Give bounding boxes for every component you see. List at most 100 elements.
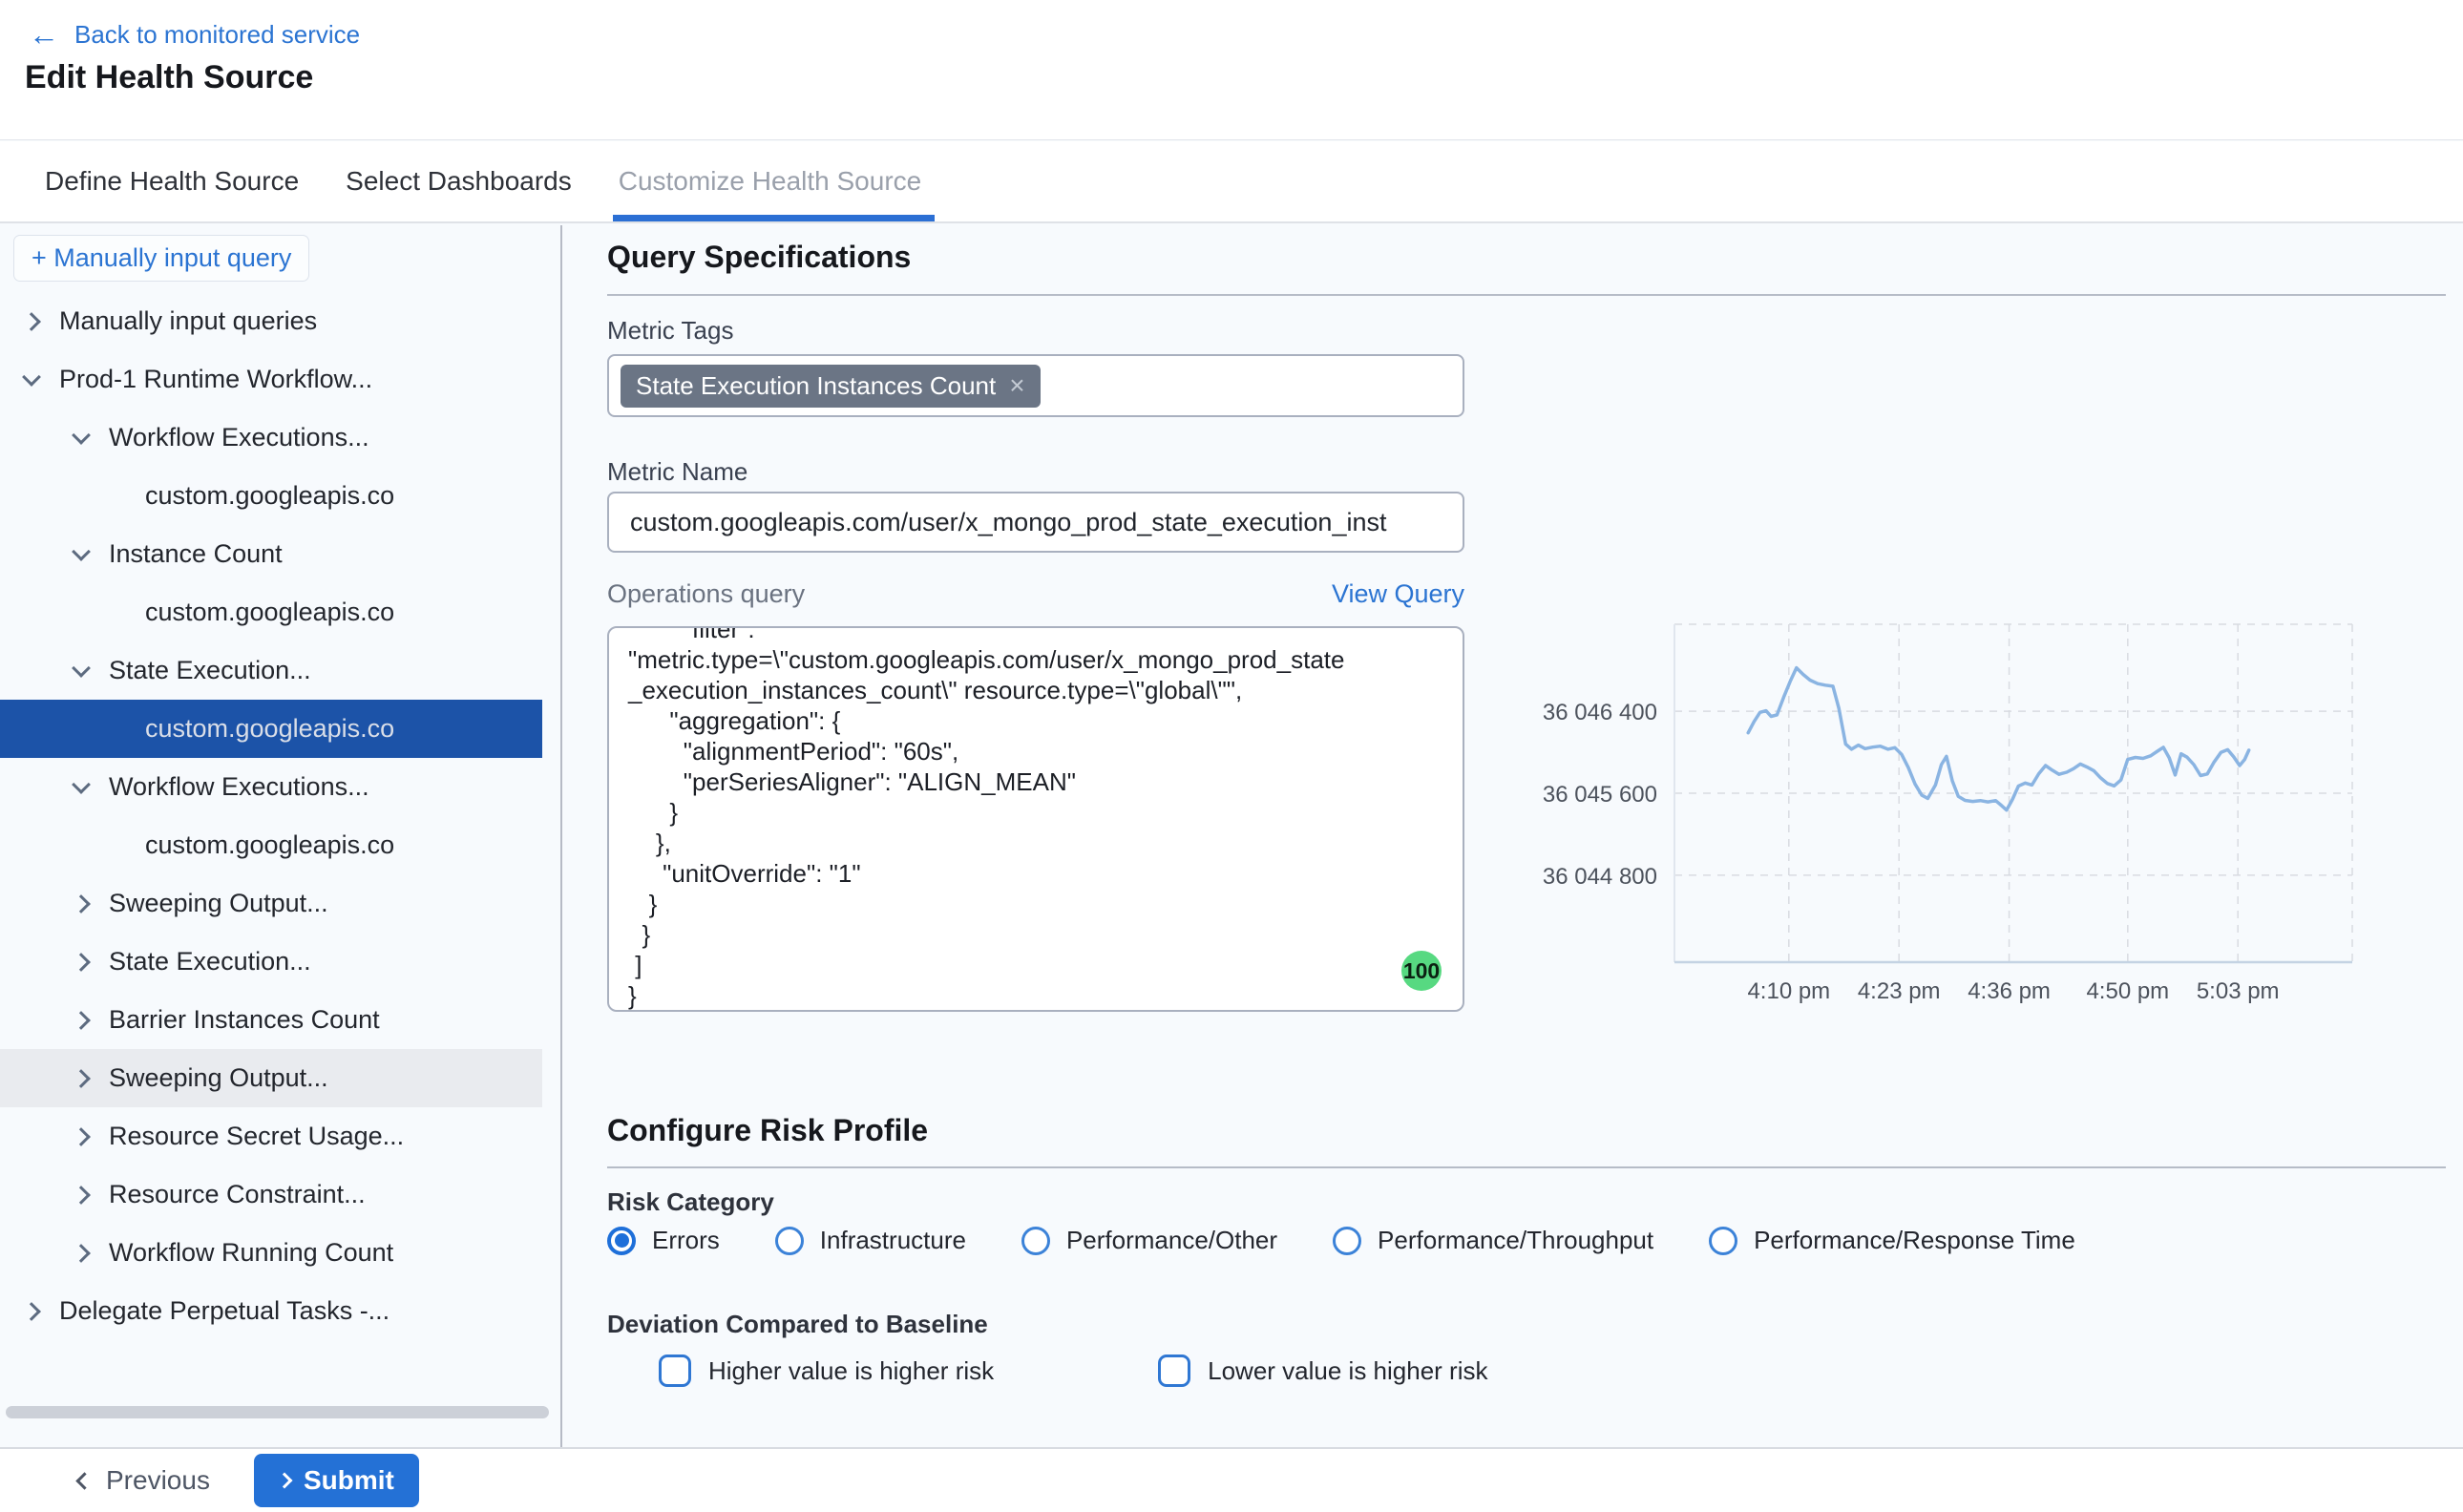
tree-item-prod-1-runtime-workflow[interactable]: Prod-1 Runtime Workflow... [0,350,542,409]
operations-query-label: Operations query [607,579,805,609]
risk-radio-performance-response-time[interactable]: Performance/Response Time [1709,1226,2075,1255]
tree-item-label: Resource Constraint... [109,1180,366,1209]
risk-radio-infrastructure[interactable]: Infrastructure [775,1226,966,1255]
back-arrow-icon: ← [29,19,59,50]
deviation-checkbox-higher-value-is-higher-risk[interactable]: Higher value is higher risk [659,1354,994,1387]
deviation-label: Deviation Compared to Baseline [607,1310,988,1339]
radio-icon[interactable] [1021,1227,1050,1255]
chevron-right-icon[interactable] [72,1011,91,1030]
tree-item-barrier-instances-count[interactable]: Barrier Instances Count [0,991,542,1049]
chevron-right-icon[interactable] [72,953,91,972]
chevron-right-icon[interactable] [72,1069,91,1088]
tree-item-state-execution[interactable]: State Execution... [0,641,542,700]
tree-item-instance-count[interactable]: Instance Count [0,525,542,583]
back-link[interactable]: ← Back to monitored service [29,19,360,50]
chevron-right-icon[interactable] [22,312,41,331]
chevron-down-icon[interactable] [22,368,41,387]
radio-label: Performance/Throughput [1378,1226,1653,1255]
tree-item-sweeping-output[interactable]: Sweeping Output... [0,874,542,933]
checkbox-icon[interactable] [659,1354,691,1387]
section-divider [607,1166,2446,1168]
sidebar-horizontal-scrollbar[interactable] [6,1406,549,1418]
tree-item-custom-googleapis-co[interactable]: custom.googleapis.co [0,700,542,758]
chart-x-tick-label: 5:03 pm [2197,978,2280,1004]
risk-category-label: Risk Category [607,1187,774,1217]
tree-item-manually-input-queries[interactable]: Manually input queries [0,292,542,350]
chart-x-tick-label: 4:36 pm [1968,978,2051,1004]
sidebar: + Manually input query Manually input qu… [0,225,562,1447]
tree-item-label: custom.googleapis.co [145,481,394,511]
radio-selected-icon[interactable] [607,1227,636,1255]
tree-item-resource-constraint[interactable]: Resource Constraint... [0,1166,542,1224]
configure-risk-profile-heading: Configure Risk Profile [607,1113,928,1148]
tree-item-resource-secret-usage[interactable]: Resource Secret Usage... [0,1107,542,1166]
radio-label: Performance/Response Time [1754,1226,2075,1255]
chevron-down-icon[interactable] [72,775,91,794]
metric-tags-label: Metric Tags [607,316,733,346]
section-divider [607,294,2446,296]
chevron-right-icon [276,1473,292,1489]
risk-radio-errors[interactable]: Errors [607,1226,720,1255]
chevron-down-icon[interactable] [72,542,91,561]
tree-item-label: custom.googleapis.co [145,598,394,627]
tree-item-custom-googleapis-co[interactable]: custom.googleapis.co [0,467,542,525]
chart-x-tick-label: 4:50 pm [2086,978,2169,1004]
radio-label: Infrastructure [820,1226,966,1255]
risk-radio-performance-other[interactable]: Performance/Other [1021,1226,1277,1255]
tree-item-label: State Execution... [109,656,311,685]
chevron-right-icon[interactable] [72,1186,91,1205]
metric-tags-input[interactable]: State Execution Instances Count × [607,354,1464,417]
view-query-link[interactable]: View Query [1332,579,1464,609]
tree-item-label: State Execution... [109,947,311,976]
checkbox-icon[interactable] [1158,1354,1190,1387]
tree-item-state-execution[interactable]: State Execution... [0,933,542,991]
tree-item-custom-googleapis-co[interactable]: custom.googleapis.co [0,583,542,641]
metric-tag-chip: State Execution Instances Count × [621,365,1041,408]
tree-item-label: Delegate Perpetual Tasks -... [59,1296,389,1326]
operations-query-text[interactable]: "filter": "metric.type=\"custom.googleap… [609,626,1463,1011]
deviation-checkbox-lower-value-is-higher-risk[interactable]: Lower value is higher risk [1158,1354,1487,1387]
chevron-down-icon[interactable] [72,659,91,678]
deviation-options: Higher value is higher risk Lower value i… [607,1354,1488,1387]
metric-name-input[interactable]: custom.googleapis.com/user/x_mongo_prod_… [607,492,1464,553]
tab-define-health-source[interactable]: Define Health Source [45,141,299,221]
tree-item-label: Resource Secret Usage... [109,1122,404,1151]
risk-radio-performance-throughput[interactable]: Performance/Throughput [1333,1226,1653,1255]
chevron-down-icon[interactable] [72,426,91,445]
radio-icon[interactable] [775,1227,804,1255]
chevron-right-icon[interactable] [72,1127,91,1146]
chevron-right-icon[interactable] [22,1302,41,1321]
tree-item-label: Sweeping Output... [109,889,328,918]
radio-icon[interactable] [1709,1227,1737,1255]
back-link-label: Back to monitored service [74,20,360,50]
metric-tag-label: State Execution Instances Count [636,371,996,401]
chart-y-tick-label: 36 044 800 [1543,864,1657,890]
tree-item-workflow-executions[interactable]: Workflow Executions... [0,758,542,816]
chevron-right-icon[interactable] [72,894,91,914]
chart-x-tick-label: 4:23 pm [1858,978,1941,1004]
checkbox-label: Lower value is higher risk [1208,1356,1487,1386]
tab-select-dashboards[interactable]: Select Dashboards [346,141,572,221]
tree-item-custom-googleapis-co[interactable]: custom.googleapis.co [0,816,542,874]
tab-customize-health-source[interactable]: Customize Health Source [619,141,921,221]
chart-y-tick-label: 36 045 600 [1543,782,1657,808]
tree-item-label: Workflow Running Count [109,1238,393,1268]
radio-icon[interactable] [1333,1227,1361,1255]
operations-query-editor[interactable]: "filter": "metric.type=\"custom.googleap… [607,626,1464,1012]
chevron-right-icon[interactable] [72,1244,91,1263]
tree-item-label: Manually input queries [59,306,317,336]
tree-item-label: Workflow Executions... [109,772,369,802]
tree-item-sweeping-output[interactable]: Sweeping Output... [0,1049,542,1107]
remove-tag-icon[interactable]: × [1009,372,1024,399]
tree-item-workflow-executions[interactable]: Workflow Executions... [0,409,542,467]
radio-label: Errors [652,1226,720,1255]
add-query-button[interactable]: + Manually input query [13,235,309,282]
tree-item-label: Sweeping Output... [109,1063,328,1093]
submit-button[interactable]: Submit [254,1454,419,1507]
chart-x-tick-label: 4:10 pm [1747,978,1830,1004]
tree-item-delegate-perpetual-tasks[interactable]: Delegate Perpetual Tasks -... [0,1282,542,1340]
previous-button[interactable]: Previous [78,1465,210,1496]
tree-item-workflow-running-count[interactable]: Workflow Running Count [0,1224,542,1282]
risk-category-options: Errors Infrastructure Performance/Other Per… [607,1226,2075,1255]
chevron-left-icon [75,1472,93,1489]
